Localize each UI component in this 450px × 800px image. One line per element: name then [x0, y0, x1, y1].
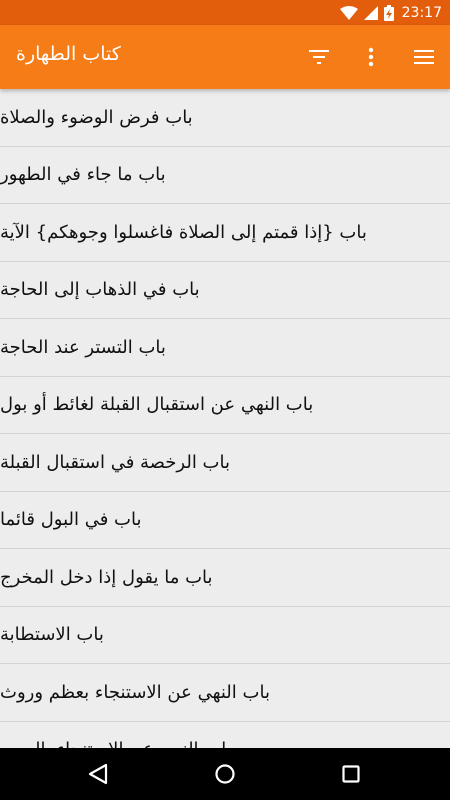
home-icon[interactable] — [213, 762, 237, 786]
status-time: 23:17 — [401, 4, 442, 21]
list-item[interactable]: باب الرخصة في استقبال القبلة — [0, 434, 450, 492]
battery-charging-icon — [383, 4, 394, 21]
filter-icon[interactable] — [307, 45, 331, 69]
list-item[interactable]: باب التستر عند الحاجة — [0, 319, 450, 377]
list-item[interactable]: باب {إذا قمتم إلى الصلاة فاغسلوا وجوهكم}… — [0, 204, 450, 262]
wifi-icon — [339, 5, 358, 20]
signal-icon — [363, 5, 378, 20]
menu-icon[interactable] — [412, 45, 436, 69]
list-item[interactable]: باب في البول قائما — [0, 491, 450, 549]
list-item[interactable]: باب النهي عن الاستنجاء بعظم وروث — [0, 664, 450, 722]
list-item[interactable]: باب فرض الوضوء والصلاة — [0, 89, 450, 147]
list-item[interactable]: باب النهي عن استقبال القبلة لغائط أو بول — [0, 376, 450, 434]
system-nav-bar — [0, 748, 450, 800]
list-item[interactable]: باب ما جاء في الطهور — [0, 146, 450, 204]
list-item[interactable]: باب الاستطابة — [0, 606, 450, 664]
status-bar: 23:17 — [0, 0, 450, 25]
page-title: كتاب الطهارة — [16, 43, 121, 65]
back-icon[interactable] — [86, 762, 110, 786]
app-bar: كتاب الطهارة — [0, 25, 450, 89]
list-item[interactable]: باب ما يقول إذا دخل المخرج — [0, 549, 450, 607]
list-item[interactable]: باب في الذهاب إلى الحاجة — [0, 261, 450, 319]
list-item[interactable]: باب النهي عن الاستنجاء باليمين — [0, 721, 450, 748]
recent-apps-icon[interactable] — [339, 762, 363, 786]
more-vert-icon[interactable] — [359, 45, 383, 69]
chapter-list: باب فرض الوضوء والصلاة باب ما جاء في الط… — [0, 89, 450, 748]
